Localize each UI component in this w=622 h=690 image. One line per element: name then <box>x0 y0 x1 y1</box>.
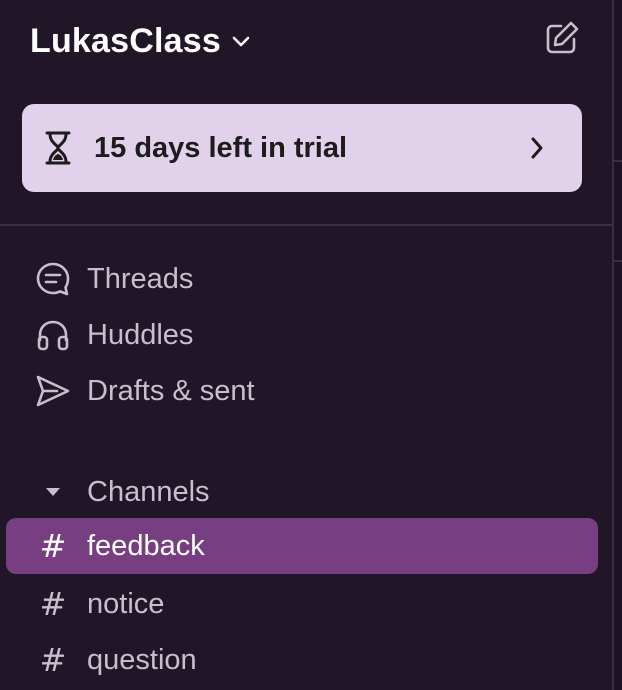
send-icon <box>34 372 72 410</box>
channel-feedback[interactable]: # feedback <box>6 518 598 574</box>
compose-button[interactable] <box>540 18 584 62</box>
sidebar-item-label: Huddles <box>87 318 194 351</box>
workspace-switcher[interactable]: LukasClass <box>30 18 251 64</box>
sidebar-item-label: Drafts & sent <box>87 374 255 407</box>
sidebar-item-threads[interactable]: Threads <box>6 252 598 306</box>
hourglass-icon <box>42 130 74 166</box>
threads-icon <box>34 260 72 298</box>
channel-name: notice <box>87 587 165 620</box>
headphones-icon <box>34 316 72 354</box>
channel-name: question <box>87 643 197 676</box>
panel-divider <box>614 260 622 262</box>
sidebar-item-huddles[interactable]: Huddles <box>6 308 598 362</box>
channel-name: feedback <box>87 529 205 562</box>
chevron-right-icon <box>522 133 552 163</box>
main-panel-edge <box>614 0 622 690</box>
sidebar: LukasClass 15 days left in trial Threads… <box>0 0 612 690</box>
hash-icon: # <box>39 585 67 623</box>
panel-divider <box>614 160 622 162</box>
trial-banner[interactable]: 15 days left in trial <box>22 104 582 192</box>
channel-question[interactable]: # question <box>6 632 598 688</box>
channels-header-label: Channels <box>87 475 210 508</box>
caret-down-icon <box>34 473 72 511</box>
sidebar-item-label: Threads <box>87 262 194 295</box>
channel-notice[interactable]: # notice <box>6 576 598 632</box>
hash-icon: # <box>39 527 67 565</box>
chevron-down-icon <box>231 32 251 52</box>
sidebar-item-drafts-sent[interactable]: Drafts & sent <box>6 364 598 418</box>
workspace-name: LukasClass <box>30 21 221 60</box>
trial-text: 15 days left in trial <box>94 131 348 164</box>
channels-section-toggle[interactable]: Channels <box>6 466 598 518</box>
compose-icon <box>543 19 581 62</box>
hash-icon: # <box>39 641 67 679</box>
divider <box>0 224 612 226</box>
